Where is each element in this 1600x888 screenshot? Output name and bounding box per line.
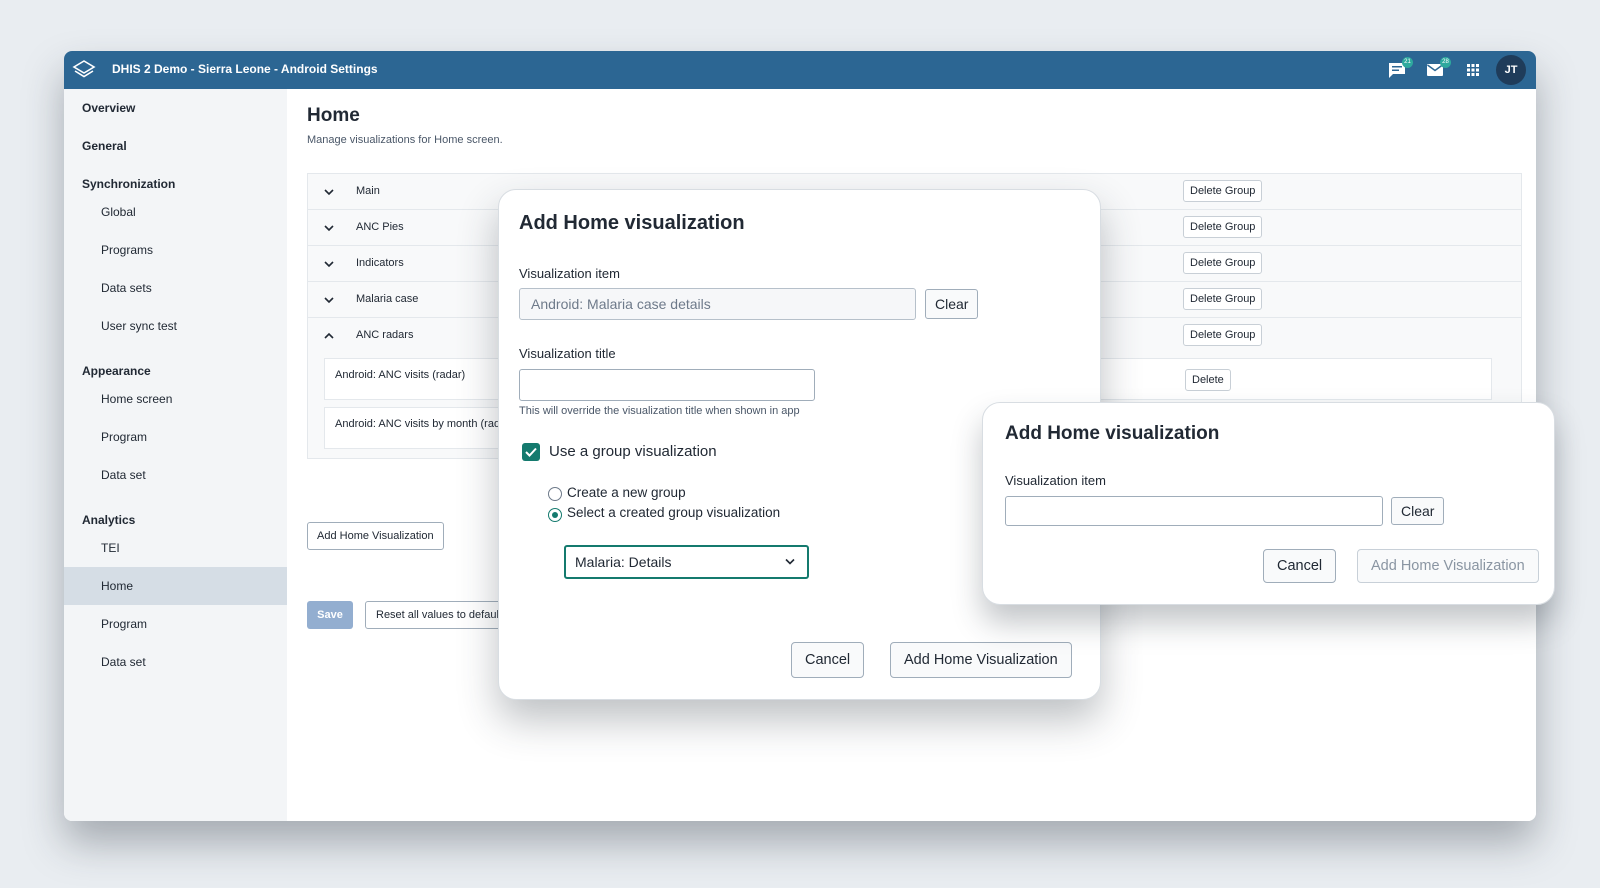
group-name: Main xyxy=(356,185,380,197)
sidebar-item-analytics-data-set[interactable]: Data set xyxy=(64,643,287,681)
dhis2-logo-icon[interactable] xyxy=(72,59,96,81)
clear-button[interactable]: Clear xyxy=(925,289,979,319)
add-home-visualization-button[interactable]: Add Home Visualization xyxy=(307,522,444,550)
cancel-button[interactable]: Cancel xyxy=(791,642,865,678)
apps-grid-icon xyxy=(1467,64,1479,76)
sidebar-item-data-sets[interactable]: Data sets xyxy=(64,269,287,307)
visualization-title-label: Visualization title xyxy=(519,346,616,361)
chevron-down-icon[interactable] xyxy=(323,294,335,306)
add-visualization-dialog-empty: Add Home visualization Visualization ite… xyxy=(982,402,1555,605)
clear-button[interactable]: Clear xyxy=(1391,497,1445,525)
sidebar-item-user-sync-test[interactable]: User sync test xyxy=(64,307,287,345)
delete-group-button[interactable]: Delete Group xyxy=(1183,252,1263,274)
visualization-item-input[interactable] xyxy=(1005,496,1383,526)
sidebar-item-global[interactable]: Global xyxy=(64,193,287,231)
sidebar-item-home-screen[interactable]: Home screen xyxy=(64,380,287,418)
use-group-label: Use a group visualization xyxy=(549,443,717,460)
dialog-title: Add Home visualization xyxy=(1005,423,1220,444)
radio-select-created-group[interactable] xyxy=(548,508,562,522)
dialog-title: Add Home visualization xyxy=(519,212,745,234)
sidebar-item-programs[interactable]: Programs xyxy=(64,231,287,269)
messages-badge: 28 xyxy=(1440,57,1451,68)
visualization-name: Android: ANC visits by month (radar) xyxy=(335,418,514,430)
add-home-visualization-confirm-button[interactable]: Add Home Visualization xyxy=(1357,549,1539,583)
sidebar-item-tei[interactable]: TEI xyxy=(64,529,287,567)
chevron-down-icon[interactable] xyxy=(323,222,335,234)
checkmark-icon xyxy=(525,447,537,457)
group-name: Indicators xyxy=(356,257,404,269)
group-name: ANC radars xyxy=(356,329,414,341)
add-home-visualization-confirm-button[interactable]: Add Home Visualization xyxy=(890,642,1072,678)
visualization-title-input[interactable] xyxy=(519,369,815,401)
group-visualization-select-value: Malaria: Details xyxy=(575,554,672,570)
header-bar: DHIS 2 Demo - Sierra Leone - Android Set… xyxy=(64,51,1536,89)
apps-menu-button[interactable] xyxy=(1464,61,1484,79)
chevron-down-icon[interactable] xyxy=(323,186,335,198)
delete-group-button[interactable]: Delete Group xyxy=(1183,324,1263,346)
interpretations-badge: 21 xyxy=(1402,57,1413,68)
page-description: Manage visualizations for Home screen. xyxy=(307,134,503,146)
delete-group-button[interactable]: Delete Group xyxy=(1183,216,1263,238)
visualization-title-helper: This will override the visualization tit… xyxy=(519,405,800,417)
messages-button[interactable]: 28 xyxy=(1425,57,1451,79)
use-group-checkbox[interactable] xyxy=(522,443,540,461)
sidebar-item-appearance-data-set[interactable]: Data set xyxy=(64,456,287,494)
sidebar-item-overview[interactable]: Overview xyxy=(82,101,135,115)
delete-group-button[interactable]: Delete Group xyxy=(1183,288,1263,310)
visualization-name: Android: ANC visits (radar) xyxy=(335,369,466,381)
delete-button[interactable]: Delete xyxy=(1185,369,1231,391)
sidebar-item-analytics-program[interactable]: Program xyxy=(64,605,287,643)
chevron-down-icon xyxy=(785,558,795,565)
page-title: Home xyxy=(307,105,360,126)
sidebar-item-general[interactable]: General xyxy=(82,139,127,153)
radio-create-new-group[interactable] xyxy=(548,487,562,501)
save-button[interactable]: Save xyxy=(307,601,353,629)
visualization-item-label: Visualization item xyxy=(1005,473,1106,488)
sidebar-section-appearance: Appearance xyxy=(82,364,151,378)
sidebar-section-synchronization: Synchronization xyxy=(82,177,176,191)
group-visualization-select[interactable]: Malaria: Details xyxy=(564,545,809,579)
visualization-item-input[interactable]: Android: Malaria case details xyxy=(519,288,916,320)
interpretations-button[interactable]: 21 xyxy=(1387,57,1413,79)
chevron-down-icon[interactable] xyxy=(323,258,335,270)
radio-select-created-group-label: Select a created group visualization xyxy=(567,505,781,520)
app-title: DHIS 2 Demo - Sierra Leone - Android Set… xyxy=(112,62,378,76)
user-avatar[interactable]: JT xyxy=(1496,55,1526,85)
sidebar-item-appearance-program[interactable]: Program xyxy=(64,418,287,456)
chevron-up-icon[interactable] xyxy=(323,330,335,342)
group-name: ANC Pies xyxy=(356,221,404,233)
sidebar: Overview General Synchronization Global … xyxy=(64,89,287,821)
visualization-item-label: Visualization item xyxy=(519,266,620,281)
group-name: Malaria case xyxy=(356,293,419,305)
sidebar-item-home[interactable]: Home xyxy=(64,567,287,605)
sidebar-section-analytics: Analytics xyxy=(82,513,136,527)
radio-create-new-group-label: Create a new group xyxy=(567,485,686,500)
delete-group-button[interactable]: Delete Group xyxy=(1183,180,1263,202)
cancel-button[interactable]: Cancel xyxy=(1263,549,1337,583)
